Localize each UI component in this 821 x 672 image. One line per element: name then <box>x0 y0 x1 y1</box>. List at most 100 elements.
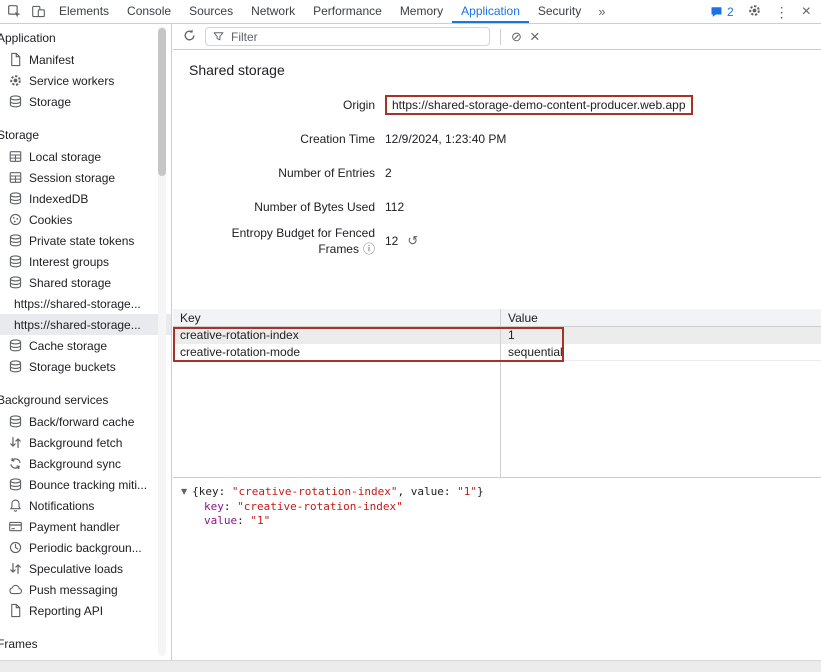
sidebar-item-label: Payment handler <box>29 520 120 534</box>
sidebar-scrollbar-thumb[interactable] <box>158 28 166 176</box>
issues-badge[interactable]: 2 <box>709 5 734 19</box>
disclosure-triangle-icon[interactable]: ▼ <box>181 485 187 499</box>
sidebar-item-cache-storage[interactable]: Cache storage <box>0 335 171 356</box>
sidebar-item-push-messaging[interactable]: Push messaging <box>0 579 171 600</box>
sidebar-item-periodic-background-sync[interactable]: Periodic backgroun... <box>0 537 171 558</box>
sidebar-item-session-storage[interactable]: Session storage <box>0 167 171 188</box>
metadata-label: Creation Time <box>173 132 385 146</box>
section-header-frames: Frames <box>0 634 171 655</box>
shared-storage-items-grid: Key Value creative-rotation-index 1 crea… <box>173 309 821 477</box>
sidebar-item-label: Manifest <box>29 53 74 67</box>
bottom-scrollbar-strip[interactable] <box>0 660 821 672</box>
refresh-icon[interactable] <box>182 28 197 46</box>
filter-input[interactable] <box>231 30 483 44</box>
tab-elements[interactable]: Elements <box>50 0 118 23</box>
delete-selected-icon[interactable]: × <box>530 28 540 45</box>
tab-security[interactable]: Security <box>529 0 590 23</box>
summary-value-string: "1" <box>457 485 477 498</box>
tab-performance[interactable]: Performance <box>304 0 391 23</box>
document-icon <box>8 52 23 67</box>
sidebar-item-shared-storage-origin-2-selected[interactable]: https://shared-storage... <box>0 314 171 335</box>
tab-console[interactable]: Console <box>118 0 180 23</box>
sidebar-item-label: Bounce tracking miti... <box>29 478 147 492</box>
tab-sources[interactable]: Sources <box>180 0 242 23</box>
inspect-element-icon[interactable] <box>2 0 26 23</box>
info-icon[interactable]: ⓘ <box>363 242 375 256</box>
sidebar-item-back-forward-cache[interactable]: Back/forward cache <box>0 411 171 432</box>
sidebar-item-speculative-loads[interactable]: Speculative loads <box>0 558 171 579</box>
reset-budget-icon[interactable]: ↺ <box>407 233 418 249</box>
cloud-icon <box>8 582 23 597</box>
row-value-cell: 1 <box>500 328 515 342</box>
close-devtools-icon[interactable]: × <box>802 4 811 20</box>
sidebar-scrollbar-track[interactable] <box>158 26 166 656</box>
clear-all-icon[interactable]: ⊘ <box>511 29 522 45</box>
sidebar-item-local-storage[interactable]: Local storage <box>0 146 171 167</box>
sidebar-item-label: Local storage <box>29 150 101 164</box>
column-header-key[interactable]: Key <box>173 311 500 325</box>
sidebar-item-interest-groups[interactable]: Interest groups <box>0 251 171 272</box>
tab-label: Network <box>251 4 295 18</box>
metadata-row-number-of-entries: Number of Entries 2 <box>173 156 821 190</box>
sidebar-item-label: IndexedDB <box>29 192 88 206</box>
sidebar-item-label: Background sync <box>29 457 121 471</box>
sidebar-item-label: https://shared-storage... <box>14 297 141 311</box>
section-header-background-services: Background services <box>0 390 171 411</box>
sidebar-item-private-state-tokens[interactable]: Private state tokens <box>0 230 171 251</box>
sidebar-item-notifications[interactable]: Notifications <box>0 495 171 516</box>
up-down-arrows-icon <box>8 435 23 450</box>
bell-icon <box>8 498 23 513</box>
toolbar-divider <box>500 29 501 45</box>
grid-column-divider <box>500 309 501 477</box>
sidebar-item-indexeddb[interactable]: IndexedDB <box>0 188 171 209</box>
summary-text: } <box>477 485 484 498</box>
entropy-budget-value: 12 <box>385 234 398 248</box>
worker-gear-icon <box>8 73 23 88</box>
sidebar-item-storage[interactable]: Storage <box>0 91 171 112</box>
tab-label: Application <box>461 4 520 18</box>
sidebar-item-reporting-api[interactable]: Reporting API <box>0 600 171 621</box>
tab-memory[interactable]: Memory <box>391 0 452 23</box>
bytes-used-value: 112 <box>385 200 404 214</box>
sidebar-item-bounce-tracking[interactable]: Bounce tracking miti... <box>0 474 171 495</box>
summary-text: {key: <box>192 485 232 498</box>
more-tabs-button[interactable]: » <box>590 0 613 23</box>
sidebar-item-label: Cookies <box>29 213 72 227</box>
table-row[interactable]: creative-rotation-mode sequential <box>173 344 821 361</box>
sidebar-item-label: Background fetch <box>29 436 122 450</box>
sidebar-item-shared-storage[interactable]: Shared storage <box>0 272 171 293</box>
metadata-section: Origin https://shared-storage-demo-conte… <box>173 88 821 258</box>
tab-network[interactable]: Network <box>242 0 304 23</box>
settings-gear-icon[interactable] <box>747 3 762 21</box>
up-down-arrows-icon <box>8 561 23 576</box>
sidebar-item-label: Speculative loads <box>29 562 123 576</box>
entries-count-value: 2 <box>385 166 392 180</box>
sidebar-item-label: Service workers <box>29 74 114 88</box>
row-key-cell: creative-rotation-index <box>173 328 500 342</box>
metadata-row-entropy-budget: Entropy Budget for Fenced Framesⓘ 12↺ <box>173 224 821 258</box>
sidebar-item-background-sync[interactable]: Background sync <box>0 453 171 474</box>
table-row[interactable]: creative-rotation-index 1 <box>173 327 821 344</box>
database-icon <box>8 275 23 290</box>
sidebar-item-cookies[interactable]: Cookies <box>0 209 171 230</box>
sidebar-item-manifest[interactable]: Manifest <box>0 49 171 70</box>
sidebar-item-payment-handler[interactable]: Payment handler <box>0 516 171 537</box>
sidebar-item-label: Storage <box>29 95 71 109</box>
filter-box[interactable] <box>205 27 490 46</box>
table-grid-icon <box>8 170 23 185</box>
clock-icon <box>8 540 23 555</box>
tab-application[interactable]: Application <box>452 0 529 23</box>
device-toolbar-icon[interactable] <box>26 0 50 23</box>
cookie-icon <box>8 212 23 227</box>
sidebar-item-label: Notifications <box>29 499 94 513</box>
sidebar-item-service-workers[interactable]: Service workers <box>0 70 171 91</box>
issues-count: 2 <box>727 5 734 19</box>
metadata-row-bytes-used: Number of Bytes Used 112 <box>173 190 821 224</box>
kebab-menu-icon[interactable]: ⋮ <box>775 5 789 19</box>
sidebar-item-background-fetch[interactable]: Background fetch <box>0 432 171 453</box>
sidebar-item-storage-buckets[interactable]: Storage buckets <box>0 356 171 377</box>
column-header-value[interactable]: Value <box>500 311 538 325</box>
devtools-tab-bar: Elements Console Sources Network Perform… <box>0 0 821 24</box>
sidebar-item-shared-storage-origin-1[interactable]: https://shared-storage... <box>0 293 171 314</box>
sidebar-item-label: Cache storage <box>29 339 107 353</box>
